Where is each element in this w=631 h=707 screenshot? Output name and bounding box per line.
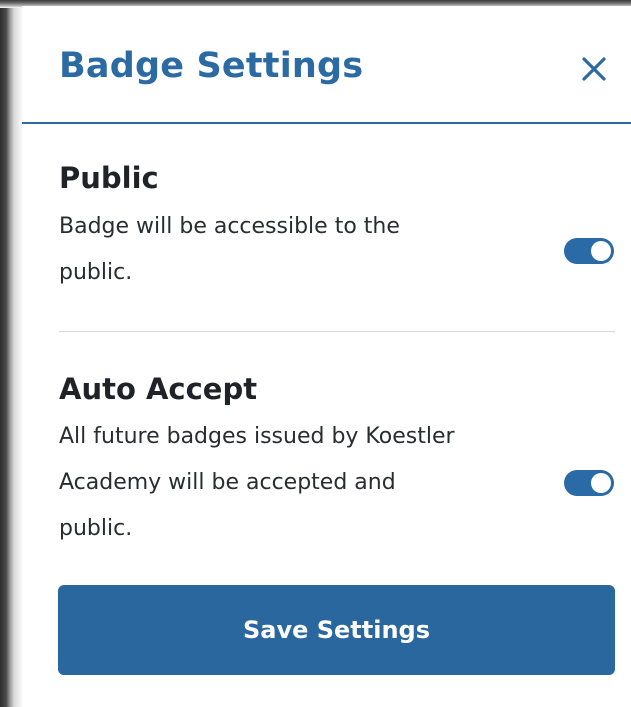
toggle-knob — [591, 241, 611, 261]
save-settings-button[interactable]: Save Settings — [58, 585, 615, 675]
window-frame: Badge Settings Public Badge will be acce… — [0, 0, 631, 707]
public-setting-title: Public — [59, 161, 159, 195]
close-icon — [582, 57, 606, 81]
auto-accept-description-line3: public. — [59, 516, 133, 541]
auto-accept-setting-title: Auto Accept — [59, 372, 258, 406]
auto-accept-description-line1: All future badges issued by Koestler — [59, 424, 455, 449]
public-toggle[interactable] — [564, 238, 614, 264]
public-setting-description-line1: Badge will be accessible to the — [59, 214, 400, 239]
dialog-header: Badge Settings — [22, 6, 631, 124]
auto-accept-toggle[interactable] — [564, 470, 614, 496]
public-setting-description-line2: public. — [59, 260, 133, 285]
auto-accept-description-line2: Academy will be accepted and — [59, 470, 396, 495]
dialog-title: Badge Settings — [59, 46, 364, 86]
close-button[interactable] — [575, 50, 613, 88]
section-divider — [59, 331, 615, 332]
toggle-knob — [591, 473, 611, 493]
badge-settings-dialog: Badge Settings Public Badge will be acce… — [22, 6, 631, 707]
